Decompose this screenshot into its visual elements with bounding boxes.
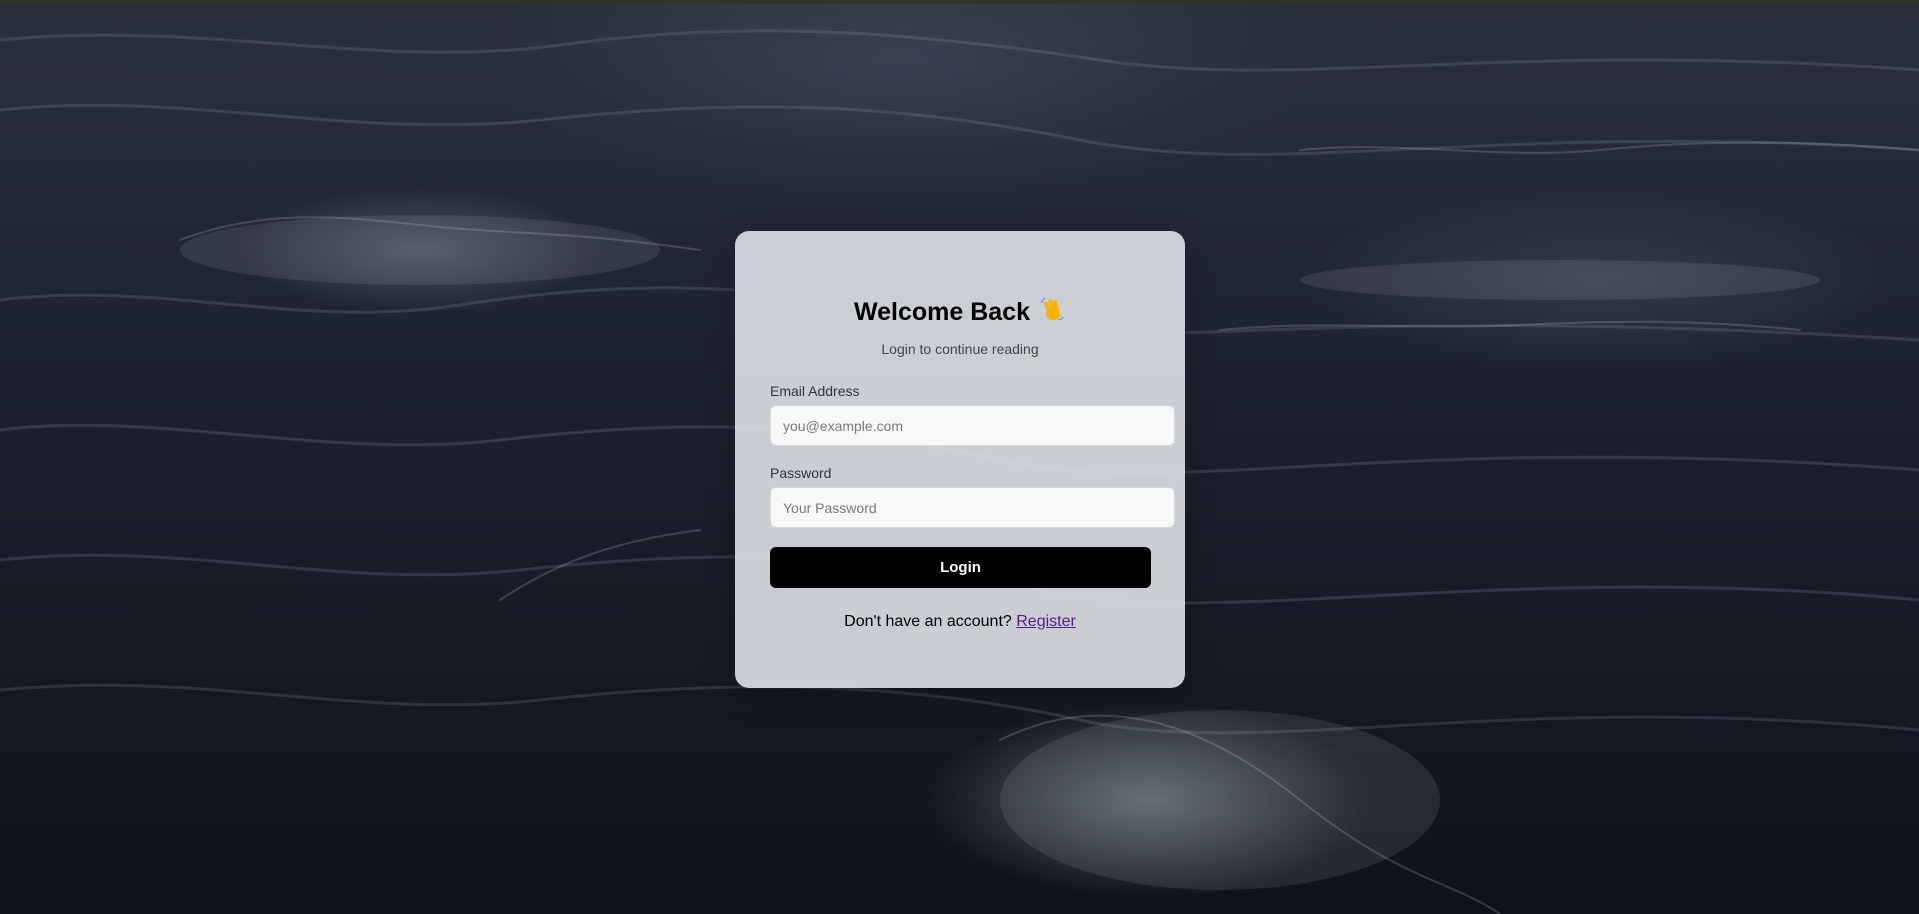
login-title: Welcome Back [735,295,1185,330]
register-prompt-text: Don't have an account? [844,613,1012,630]
waving-hand-icon [1038,295,1066,330]
register-prompt: Don't have an account? Register [735,613,1185,631]
login-card: Welcome Back Login to continue reading E… [735,231,1185,688]
register-link[interactable]: Register [1016,613,1076,630]
email-label: Email Address [770,383,860,399]
password-label: Password [770,465,832,481]
title-text: Welcome Back [853,298,1030,326]
login-subtitle: Login to continue reading [881,341,1039,357]
top-border [0,0,1919,4]
password-input[interactable] [770,487,1175,528]
login-button[interactable]: Login [770,547,1151,588]
email-input[interactable] [770,405,1175,446]
